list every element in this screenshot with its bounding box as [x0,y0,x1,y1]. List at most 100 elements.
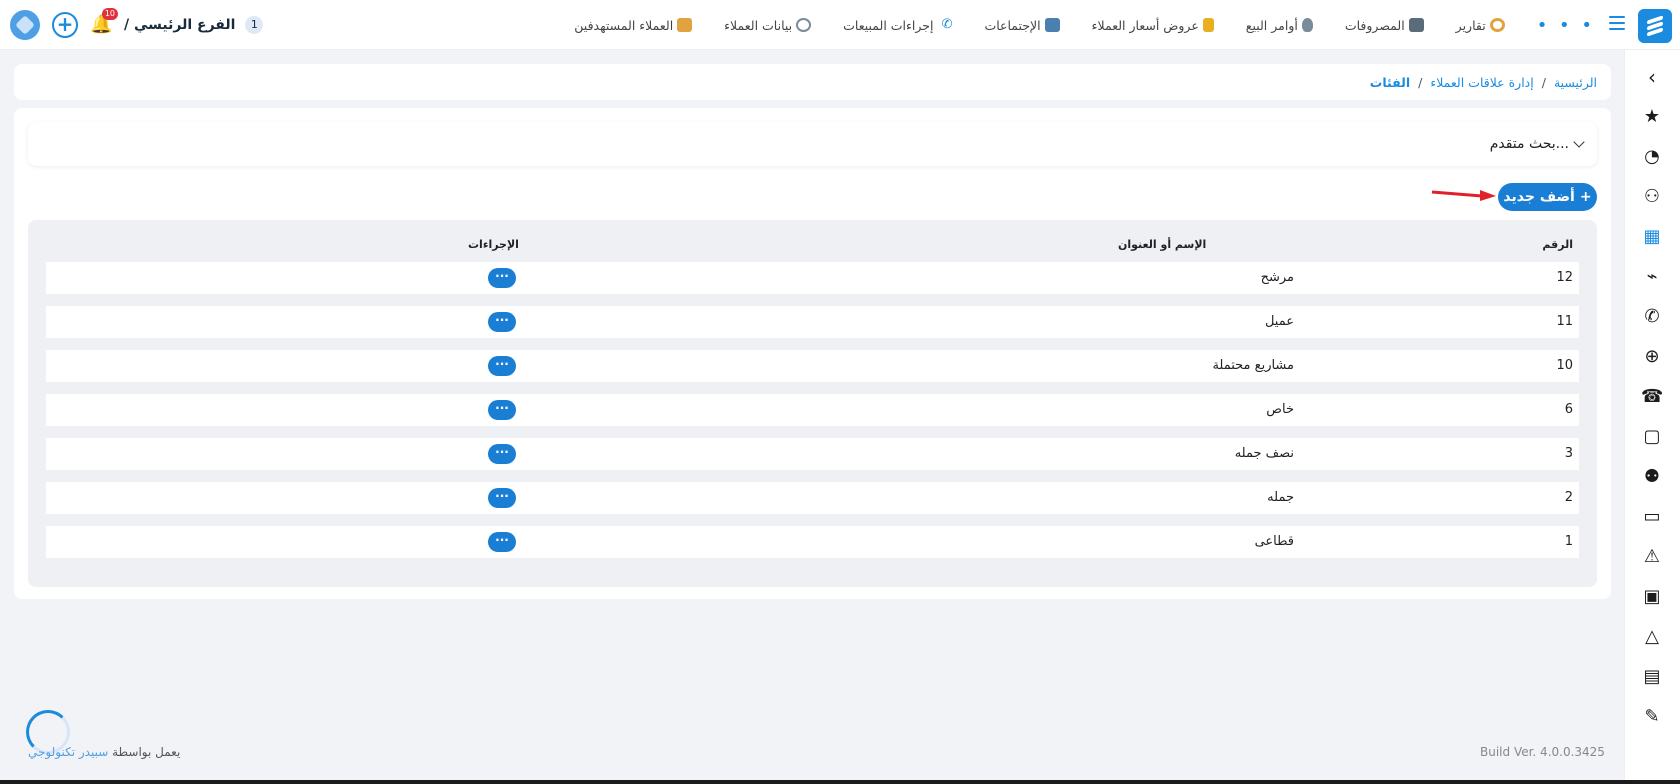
mountain-icon[interactable]: △ [1641,626,1663,648]
calendar-add-icon[interactable]: ▢ [1641,426,1663,448]
powered-by-label: يعمل بواسطة [112,745,181,759]
main-nav: العملاء المستهدفين بيانات العملاء ✆ إجرا… [574,0,1595,50]
nav-label: إجراءات المبيعات [843,17,934,33]
row-name: خاص [1266,402,1294,417]
video-meeting-icon[interactable]: ▣ [1641,586,1663,608]
categories-table: الرقم الإسم أو العنوان الإجراءات 12 مرشح… [28,220,1597,587]
taskbar-strip [0,780,1680,784]
table-row: 3 نصف جمله ··· [46,438,1579,470]
telescope-icon[interactable]: ⌁ [1641,266,1663,288]
main-card: بحث متقدم... أضف جديد + الرقم الإسم أو ا… [14,108,1611,599]
nav-more-button[interactable]: • • • [1537,15,1595,36]
build-version: Build Ver. 4.0.0.3425 [1480,745,1605,759]
notifications-bell-icon[interactable]: 🔔 10 [90,8,118,36]
table-row: 11 عميل ··· [46,306,1579,338]
row-actions-button[interactable]: ··· [488,268,516,288]
crosshair-icon[interactable]: ⊕ [1641,346,1663,368]
row-number: 10 [1556,358,1573,373]
money-bag-icon [1301,18,1313,32]
nav-meetings[interactable]: الإجتماعات [984,17,1060,33]
phone-icon: ✆ [941,17,953,32]
row-number: 12 [1556,270,1573,285]
laptop-icon [1408,18,1424,32]
header-number: الرقم [1542,238,1573,251]
notification-badge: 10 [101,8,118,20]
nav-sales-orders[interactable]: أوامر البيع [1246,18,1313,33]
phone-call-icon[interactable]: ✆ [1641,306,1663,328]
row-number: 3 [1564,446,1573,461]
chart-icon [1489,18,1505,32]
breadcrumb-current: الفئات [1369,74,1411,90]
row-number: 2 [1564,490,1573,505]
nav-label: بيانات العملاء [724,17,793,33]
header-actions: الإجراءات [468,238,519,251]
nav-reports[interactable]: تقارير [1456,18,1505,33]
breadcrumb-crm[interactable]: إدارة علاقات العملاء [1430,75,1533,90]
menu-icon[interactable] [1609,16,1625,30]
row-actions-button[interactable]: ··· [488,356,516,376]
nav-label: عروض أسعار العملاء [1091,17,1199,33]
add-new-label: أضف جديد [1503,189,1575,205]
quote-icon [1202,18,1214,32]
table-row: 6 خاص ··· [46,394,1579,426]
advanced-search-toggle[interactable]: بحث متقدم... [28,122,1597,166]
powered-by-brand[interactable]: سبيدر تكنولوجي [28,745,108,759]
signature-icon[interactable]: ✎ [1641,706,1663,728]
table-row: 10 مشاريع محتملة ··· [46,350,1579,382]
row-number: 11 [1556,314,1573,329]
chevron-down-icon [1573,136,1585,148]
header-name: الإسم أو العنوان [1118,238,1207,251]
plus-icon: + [1579,189,1592,205]
building-icon[interactable]: ▦ [1641,226,1663,248]
branch-number: 1 [245,16,264,34]
invoice-icon[interactable]: ▤ [1641,666,1663,688]
cash-icon[interactable]: ▭ [1641,506,1663,528]
dashboard-icon[interactable]: ◔ [1641,146,1663,168]
app-logo[interactable] [1638,9,1672,43]
nav-label: أوامر البيع [1245,17,1298,33]
breadcrumb-separator: / [1418,74,1423,90]
presentation-icon [1044,18,1060,32]
row-actions-button[interactable]: ··· [488,444,516,464]
table-row: 1 قطاعى ··· [46,526,1579,558]
collapse-chevron-icon[interactable]: ‹ [1641,66,1663,88]
quick-add-button[interactable]: + [52,12,78,38]
star-icon[interactable]: ★ [1641,106,1663,128]
row-name: عميل [1264,314,1294,329]
nav-target-customers[interactable]: العملاء المستهدفين [574,17,693,33]
telephone-icon[interactable]: ☎ [1641,386,1663,408]
nav-label: العملاء المستهدفين [574,17,674,33]
breadcrumb-home[interactable]: الرئيسية [1554,75,1597,90]
users-icon[interactable]: ⚇ [1641,186,1663,208]
nav-label: المصروفات [1344,17,1405,33]
warning-icon[interactable]: ⚠ [1641,546,1663,568]
team-icon[interactable]: ⚉ [1641,466,1663,488]
nav-customer-quotes[interactable]: عروض أسعار العملاء [1092,18,1214,33]
nav-sales-actions[interactable]: ✆ إجراءات المبيعات [843,18,952,33]
nav-label: الإجتماعات [984,17,1041,33]
row-number: 6 [1564,402,1573,417]
row-actions-button[interactable]: ··· [488,400,516,420]
add-new-button[interactable]: أضف جديد + [1498,183,1597,211]
row-actions-button[interactable]: ··· [488,312,516,332]
row-actions-button[interactable]: ··· [488,488,516,508]
customer-data-icon [796,18,812,32]
breadcrumb-separator: / [1541,74,1546,90]
row-name: قطاعى [1254,534,1294,549]
powered-by: يعمل بواسطة سبيدر تكنولوجي [28,745,180,759]
branch-selector[interactable]: الفرع الرئيسي / [124,17,235,33]
table-row: 12 مرشح ··· [46,262,1579,294]
row-name: نصف جمله [1234,446,1294,461]
company-logo-icon[interactable] [10,10,40,40]
row-actions-button[interactable]: ··· [488,532,516,552]
nav-label: تقارير [1455,17,1486,33]
nav-customer-data[interactable]: بيانات العملاء [724,17,812,33]
table-row: 2 جمله ··· [46,482,1579,514]
nav-expenses[interactable]: المصروفات [1345,18,1424,33]
top-left-tools: + 🔔 10 1 الفرع الرئيسي / [10,0,264,50]
row-name: جمله [1267,490,1294,505]
side-rail: ‹ ★ ◔ ⚇ ▦ ⌁ ✆ ⊕ ☎ ▢ ⚉ ▭ ⚠ ▣ △ ▤ ✎ [1624,50,1680,784]
row-name: مشاريع محتملة [1212,358,1294,373]
top-navbar: العملاء المستهدفين بيانات العملاء ✆ إجرا… [0,0,1680,50]
row-name: مرشح [1260,270,1294,285]
